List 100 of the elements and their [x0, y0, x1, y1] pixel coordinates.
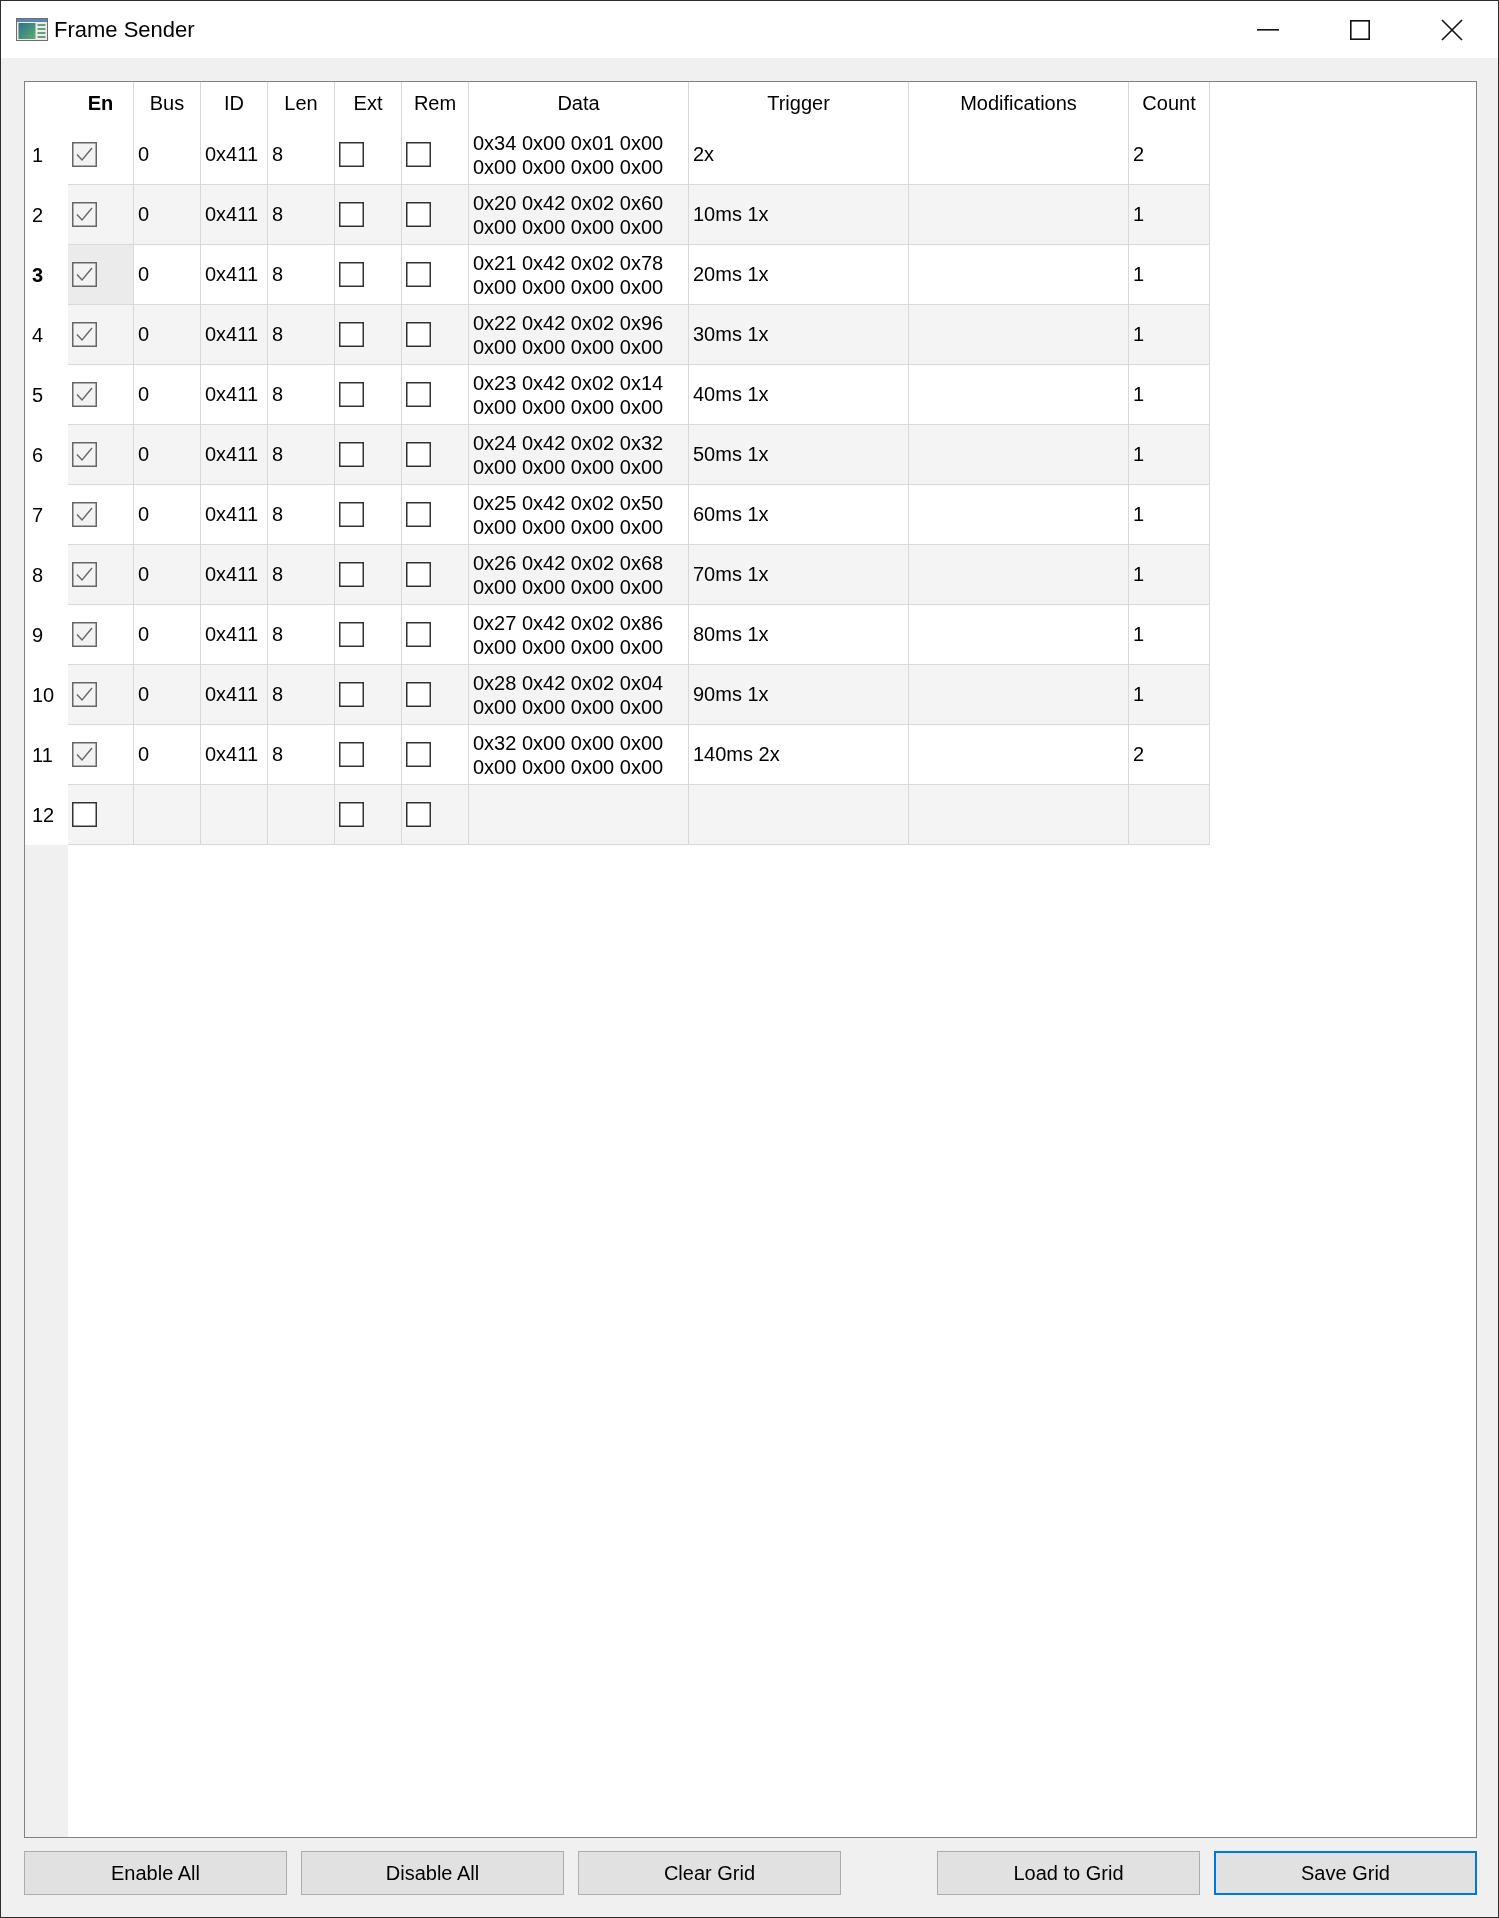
checkbox[interactable] — [72, 802, 97, 827]
checkbox[interactable] — [72, 442, 97, 467]
checkbox[interactable] — [406, 742, 431, 767]
table-cell: 0x23 0x42 0x02 0x14 0x00 0x00 0x00 0x00 — [469, 365, 689, 425]
table-cell: 0 — [134, 605, 201, 665]
table-cell: 0 — [134, 545, 201, 605]
table-cell: 0x411 — [201, 125, 268, 185]
app-icon — [16, 18, 48, 41]
checkbox[interactable] — [72, 562, 97, 587]
checkbox[interactable] — [339, 202, 364, 227]
checkbox[interactable] — [339, 682, 364, 707]
table-cell: 8 — [268, 125, 335, 185]
table-cell: 40ms 1x — [689, 365, 909, 425]
table-cell: 0x411 — [201, 305, 268, 365]
table-cell: 8 — [268, 185, 335, 245]
table-cell: 1 — [1129, 185, 1210, 245]
table-cell: 8 — [268, 425, 335, 485]
checkbox[interactable] — [339, 322, 364, 347]
minimize-icon[interactable] — [1257, 28, 1279, 31]
window-title: Frame Sender — [54, 16, 195, 43]
checkbox[interactable] — [72, 262, 97, 287]
checkbox[interactable] — [339, 562, 364, 587]
table-cell: 8 — [268, 305, 335, 365]
grid-action-button[interactable]: Enable All — [24, 1851, 287, 1895]
checkbox[interactable] — [406, 322, 431, 347]
table-cell: 2 — [1129, 725, 1210, 785]
checkbox[interactable] — [339, 742, 364, 767]
checkbox[interactable] — [339, 262, 364, 287]
table-cell: 8 — [268, 245, 335, 305]
checkbox[interactable] — [72, 202, 97, 227]
checkbox[interactable] — [406, 202, 431, 227]
checkbox[interactable] — [72, 142, 97, 167]
maximize-icon[interactable] — [1350, 19, 1370, 40]
checkbox[interactable] — [406, 682, 431, 707]
table-cell: 1 — [1129, 605, 1210, 665]
table-cell: 0x22 0x42 0x02 0x96 0x00 0x00 0x00 0x00 — [469, 305, 689, 365]
table-cell: 1 — [1129, 365, 1210, 425]
table-cell: 8 — [268, 665, 335, 725]
table-cell: 60ms 1x — [689, 485, 909, 545]
checkbox[interactable] — [406, 562, 431, 587]
table-cell: 2 — [1129, 125, 1210, 185]
table-cell: 0x411 — [201, 605, 268, 665]
table-cell: 0x21 0x42 0x02 0x78 0x00 0x00 0x00 0x00 — [469, 245, 689, 305]
checkbox[interactable] — [72, 502, 97, 527]
table-cell: 1 — [1129, 485, 1210, 545]
checkbox[interactable] — [72, 682, 97, 707]
close-icon[interactable] — [1441, 18, 1463, 41]
table-cell: 0 — [134, 425, 201, 485]
grid-action-button[interactable]: Load to Grid — [937, 1851, 1200, 1895]
checkbox[interactable] — [406, 502, 431, 527]
table-cell: 20ms 1x — [689, 245, 909, 305]
table-cell: 50ms 1x — [689, 425, 909, 485]
table-cell: 8 — [268, 365, 335, 425]
checkbox[interactable] — [72, 322, 97, 347]
checkbox[interactable] — [406, 262, 431, 287]
table-cell: 0x411 — [201, 365, 268, 425]
table-cell: 0x411 — [201, 545, 268, 605]
table-cell: 10ms 1x — [689, 185, 909, 245]
checkbox[interactable] — [72, 742, 97, 767]
grid-action-button[interactable]: Save Grid — [1214, 1851, 1477, 1895]
grid-action-button[interactable]: Clear Grid — [578, 1851, 841, 1895]
table-cell: 0x20 0x42 0x02 0x60 0x00 0x00 0x00 0x00 — [469, 185, 689, 245]
table-cell: 0x34 0x00 0x01 0x00 0x00 0x00 0x00 0x00 — [469, 125, 689, 185]
table-cell: 0x32 0x00 0x00 0x00 0x00 0x00 0x00 0x00 — [469, 725, 689, 785]
checkbox[interactable] — [339, 442, 364, 467]
table-cell: 0 — [134, 665, 201, 725]
table-cell: 0 — [134, 245, 201, 305]
checkbox[interactable] — [406, 382, 431, 407]
table-cell: 0x28 0x42 0x02 0x04 0x00 0x00 0x00 0x00 — [469, 665, 689, 725]
checkbox[interactable] — [339, 802, 364, 827]
checkbox[interactable] — [339, 502, 364, 527]
table-cell: 8 — [268, 485, 335, 545]
table-cell: 8 — [268, 605, 335, 665]
table-cell: 140ms 2x — [689, 725, 909, 785]
table-cell: 1 — [1129, 245, 1210, 305]
table-cell: 70ms 1x — [689, 545, 909, 605]
checkbox[interactable] — [339, 382, 364, 407]
table-cell: 80ms 1x — [689, 605, 909, 665]
checkbox[interactable] — [406, 142, 431, 167]
table-cell: 0x411 — [201, 725, 268, 785]
table-cell: 0x411 — [201, 185, 268, 245]
table-cell: 1 — [1129, 305, 1210, 365]
table-cell: 0x24 0x42 0x02 0x32 0x00 0x00 0x00 0x00 — [469, 425, 689, 485]
checkbox[interactable] — [406, 442, 431, 467]
checkbox[interactable] — [339, 622, 364, 647]
table-cell: 90ms 1x — [689, 665, 909, 725]
checkbox[interactable] — [339, 142, 364, 167]
table-cell: 0 — [134, 185, 201, 245]
checkbox[interactable] — [406, 622, 431, 647]
checkbox[interactable] — [72, 382, 97, 407]
checkbox[interactable] — [406, 802, 431, 827]
table-cell: 0x411 — [201, 425, 268, 485]
table-cell: 8 — [268, 545, 335, 605]
table-cell: 0x25 0x42 0x02 0x50 0x00 0x00 0x00 0x00 — [469, 485, 689, 545]
table-cell: 0x411 — [201, 665, 268, 725]
table-cell: 8 — [268, 725, 335, 785]
table-cell: 0 — [134, 305, 201, 365]
table-cell: 0 — [134, 125, 201, 185]
checkbox[interactable] — [72, 622, 97, 647]
grid-action-button[interactable]: Disable All — [301, 1851, 564, 1895]
